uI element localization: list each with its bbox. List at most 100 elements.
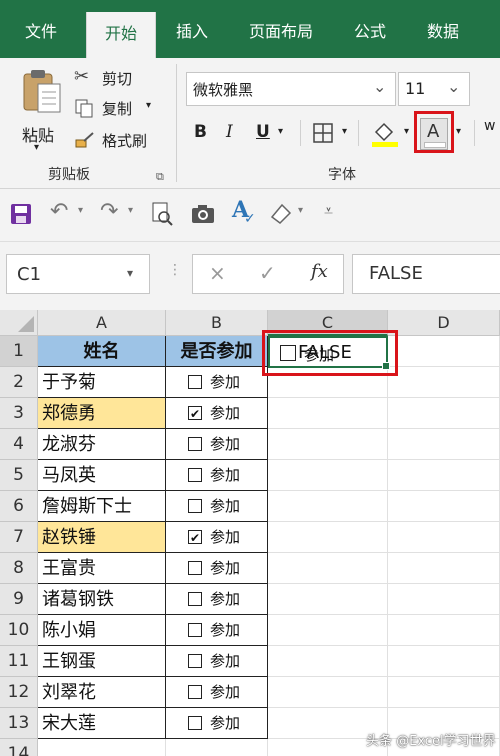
row-header[interactable]: 6 — [0, 491, 38, 522]
camera-icon[interactable] — [190, 203, 216, 225]
tab-insert[interactable]: 插入 — [160, 0, 224, 58]
fill-color-dropdown-arrow[interactable]: ▾ — [404, 126, 409, 137]
bold-button[interactable]: B — [194, 122, 207, 142]
participation-checkbox[interactable] — [188, 716, 202, 730]
cell[interactable] — [268, 553, 388, 584]
tab-formulas[interactable]: 公式 — [338, 0, 402, 58]
name-cell[interactable]: 龙淑芬 — [38, 429, 166, 460]
cancel-icon[interactable]: × — [209, 261, 226, 285]
participation-checkbox[interactable] — [188, 468, 202, 482]
font-color-dropdown-arrow[interactable]: ▾ — [456, 126, 461, 137]
cell[interactable] — [388, 336, 500, 367]
name-cell[interactable]: 赵铁锤 — [38, 522, 166, 553]
row-header[interactable]: 4 — [0, 429, 38, 460]
cell[interactable] — [268, 429, 388, 460]
cell[interactable] — [268, 522, 388, 553]
phonetic-icon[interactable]: w — [484, 118, 495, 134]
cell[interactable] — [388, 615, 500, 646]
name-cell[interactable]: 王富贵 — [38, 553, 166, 584]
participation-checkbox[interactable] — [188, 685, 202, 699]
paste-dropdown-arrow[interactable]: ▾ — [34, 142, 39, 153]
participation-checkbox[interactable] — [188, 561, 202, 575]
underline-dropdown-arrow[interactable]: ▾ — [278, 126, 283, 137]
column-header-a[interactable]: A — [38, 310, 166, 336]
cell[interactable] — [388, 429, 500, 460]
column-header-d[interactable]: D — [388, 310, 500, 336]
cell[interactable] — [166, 739, 268, 756]
redo-icon[interactable]: ↷ — [100, 199, 118, 224]
row-header[interactable]: 12 — [0, 677, 38, 708]
participation-checkbox[interactable] — [188, 437, 202, 451]
paste-button[interactable]: 粘贴 ▾ — [16, 68, 66, 154]
font-name-dropdown[interactable]: 微软雅黑 ⌄ — [186, 72, 396, 106]
cell[interactable] — [388, 367, 500, 398]
column-header-b[interactable]: B — [166, 310, 268, 336]
checkbox-cell[interactable]: 参加 — [166, 677, 268, 708]
table-header-cell[interactable]: 姓名 — [38, 336, 166, 367]
checkbox-cell[interactable]: 参加 — [166, 553, 268, 584]
table-header-cell[interactable]: 是否参加 — [166, 336, 268, 367]
checkbox-cell[interactable]: 参加 — [166, 460, 268, 491]
italic-button[interactable]: I — [226, 122, 233, 142]
format-painter-button[interactable]: 格式刷 — [74, 128, 174, 152]
checkbox-cell[interactable]: 参加 — [166, 491, 268, 522]
cell[interactable] — [268, 398, 388, 429]
cell[interactable] — [268, 646, 388, 677]
dialog-launcher-icon[interactable]: ⧉ — [156, 170, 164, 184]
name-cell[interactable]: 诸葛钢铁 — [38, 584, 166, 615]
name-cell[interactable]: 王钢蛋 — [38, 646, 166, 677]
participation-checkbox[interactable] — [188, 623, 202, 637]
borders-dropdown-arrow[interactable]: ▾ — [342, 126, 347, 137]
checkbox-cell[interactable]: 参加 — [166, 429, 268, 460]
name-cell[interactable]: 陈小娟 — [38, 615, 166, 646]
cell[interactable] — [268, 584, 388, 615]
name-cell[interactable]: 宋大莲 — [38, 708, 166, 739]
row-header[interactable]: 7 — [0, 522, 38, 553]
participation-checkbox[interactable] — [188, 375, 202, 389]
formula-input[interactable]: FALSE — [352, 254, 500, 294]
row-header[interactable]: 3 — [0, 398, 38, 429]
customize-qat-icon[interactable]: ⩡ — [324, 201, 333, 221]
tab-page-layout[interactable]: 页面布局 — [232, 0, 330, 58]
name-cell[interactable]: 于予菊 — [38, 367, 166, 398]
participation-checkbox[interactable] — [188, 592, 202, 606]
row-header[interactable]: 10 — [0, 615, 38, 646]
cell[interactable] — [388, 491, 500, 522]
tab-file[interactable]: 文件 — [6, 0, 76, 58]
cell[interactable] — [388, 460, 500, 491]
name-cell[interactable]: 詹姆斯下士 — [38, 491, 166, 522]
fill-color-icon[interactable] — [370, 118, 400, 148]
row-header[interactable]: 1 — [0, 336, 38, 367]
cell[interactable] — [388, 398, 500, 429]
name-box[interactable]: C1 ▾ — [6, 254, 150, 294]
cell[interactable] — [268, 460, 388, 491]
cell[interactable] — [268, 615, 388, 646]
cut-button[interactable]: ✂ 剪切 — [74, 66, 174, 90]
cell[interactable] — [38, 739, 166, 756]
copy-dropdown-arrow[interactable]: ▾ — [146, 100, 151, 111]
eraser-icon[interactable] — [268, 201, 294, 227]
insert-function-icon[interactable]: fx — [311, 261, 328, 282]
tab-data[interactable]: 数据 — [410, 0, 476, 58]
select-all-corner[interactable] — [0, 310, 38, 336]
cell[interactable] — [268, 677, 388, 708]
participation-checkbox[interactable]: ✔ — [188, 530, 202, 545]
name-cell[interactable]: 刘翠花 — [38, 677, 166, 708]
checkbox-cell[interactable]: 参加 — [166, 615, 268, 646]
tab-home[interactable]: 开始 — [86, 12, 156, 58]
row-header[interactable]: 11 — [0, 646, 38, 677]
row-header[interactable]: 8 — [0, 553, 38, 584]
row-header[interactable]: 14 — [0, 739, 38, 756]
underline-button[interactable]: U — [256, 122, 270, 142]
redo-dropdown-arrow[interactable]: ▾ — [128, 205, 133, 216]
borders-icon[interactable] — [312, 122, 334, 144]
row-header[interactable]: 13 — [0, 708, 38, 739]
name-cell[interactable]: 马凤英 — [38, 460, 166, 491]
checkbox-cell[interactable]: 参加 — [166, 646, 268, 677]
row-header[interactable]: 2 — [0, 367, 38, 398]
enter-icon[interactable]: ✓ — [259, 261, 276, 285]
copy-button[interactable]: 复制 ▾ — [74, 96, 174, 120]
checkbox-cell[interactable]: 参加 — [166, 367, 268, 398]
cell[interactable] — [388, 553, 500, 584]
undo-icon[interactable]: ↶ — [50, 199, 68, 224]
